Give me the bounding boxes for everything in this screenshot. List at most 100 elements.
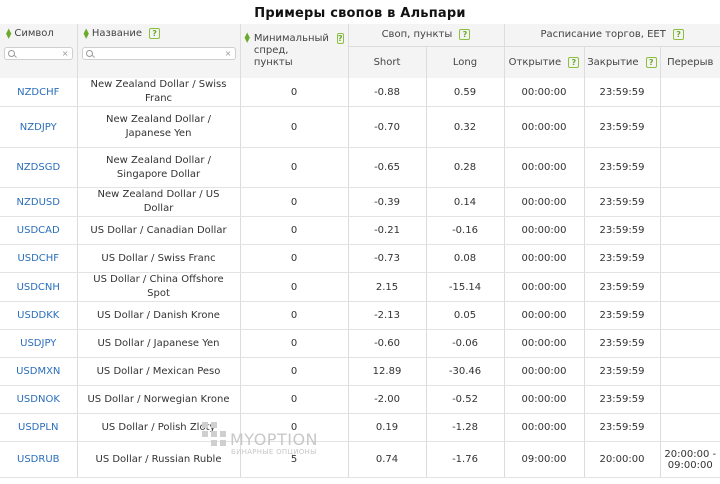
min-spread-cell: 0 xyxy=(239,147,349,188)
min-spread-cell: 0 xyxy=(239,357,349,386)
table-row: NZDSGD New Zealand Dollar / Singapore Dol… xyxy=(0,147,720,188)
short-swap-cell: -0.65 xyxy=(347,147,427,188)
min-spread-cell: 0 xyxy=(239,244,349,273)
column-header-name[interactable]: ▲ ▼ Название ? × xyxy=(76,24,241,78)
short-swap-cell: -0.70 xyxy=(347,106,427,148)
symbol-cell[interactable]: USDRUB xyxy=(0,441,78,478)
page-title: Примеры свопов в Альпари xyxy=(254,6,466,21)
schedule-group-label: Расписание торгов, EET xyxy=(540,29,666,41)
symbol-cell[interactable]: NZDUSD xyxy=(0,187,78,217)
close-time-cell: 20:00:00 xyxy=(583,441,661,478)
open-time-cell: 00:00:00 xyxy=(503,147,585,188)
column-header-short[interactable]: Short xyxy=(348,45,427,78)
name-cell: New Zealand Dollar / Singapore Dollar xyxy=(76,147,241,188)
symbol-filter-input[interactable]: × xyxy=(4,47,73,60)
open-time-cell: 00:00:00 xyxy=(503,78,585,107)
break-time-cell xyxy=(659,385,720,414)
clear-icon[interactable]: × xyxy=(62,49,69,58)
long-swap-cell: -0.06 xyxy=(425,329,505,358)
table-row: USDMXN US Dollar / Mexican Peso 0 12.89 -30.… xyxy=(0,357,720,386)
open-time-cell: 00:00:00 xyxy=(503,244,585,273)
table-row: USDCNH US Dollar / China Offshore Spot 0 2.… xyxy=(0,272,720,302)
min-spread-cell: 0 xyxy=(239,106,349,148)
symbol-cell[interactable]: USDCNH xyxy=(0,272,78,302)
break-time-cell xyxy=(659,187,720,217)
clear-icon[interactable]: × xyxy=(225,49,232,58)
symbol-cell[interactable]: USDDKK xyxy=(0,301,78,330)
help-icon[interactable]: ? xyxy=(336,33,344,44)
sort-arrows-icon[interactable]: ▲ ▼ xyxy=(6,27,11,39)
short-swap-cell: -0.73 xyxy=(347,244,427,273)
name-cell: US Dollar / Canadian Dollar xyxy=(76,216,241,245)
short-swap-cell: 0.74 xyxy=(347,441,427,478)
open-time-cell: 00:00:00 xyxy=(503,187,585,217)
table-row: USDDKK US Dollar / Danish Krone 0 -2.13 0.05… xyxy=(0,301,720,330)
table-row: USDNOK US Dollar / Norwegian Krone 0 -2.00-… xyxy=(0,385,720,414)
help-icon[interactable]: ? xyxy=(149,28,161,39)
help-icon[interactable]: ? xyxy=(645,56,657,68)
name-cell: New Zealand Dollar / Japanese Yen xyxy=(76,106,241,148)
column-header-close[interactable]: Закрытие ? xyxy=(583,45,661,78)
column-header-long[interactable]: Long xyxy=(425,45,505,78)
open-time-cell: 09:00:00 xyxy=(503,441,585,478)
table-row: NZDJPY New Zealand Dollar / Japanese Yen 0… xyxy=(0,106,720,148)
min-spread-cell: 0 xyxy=(239,329,349,358)
min-spread-header-label: Минимальный спред, пункты xyxy=(253,33,329,68)
symbol-cell[interactable]: USDMXN xyxy=(0,357,78,386)
help-icon[interactable]: ? xyxy=(459,29,471,41)
close-time-cell: 23:59:59 xyxy=(583,187,661,217)
help-icon[interactable]: ? xyxy=(673,29,685,41)
table-row: NZDUSD New Zealand Dollar / US Dollar 0 -0.… xyxy=(0,187,720,217)
break-time-cell xyxy=(659,216,720,245)
long-swap-cell: 0.32 xyxy=(425,106,505,148)
name-cell: US Dollar / Norwegian Krone xyxy=(76,385,241,414)
symbol-cell[interactable]: USDCAD xyxy=(0,216,78,245)
long-swap-cell: 0.08 xyxy=(425,244,505,273)
min-spread-cell: 0 xyxy=(239,78,349,107)
name-cell: US Dollar / Polish Zloty xyxy=(76,413,241,442)
name-cell: US Dollar / Danish Krone xyxy=(76,301,241,330)
name-cell: US Dollar / Russian Ruble xyxy=(76,441,241,478)
search-icon xyxy=(8,50,15,57)
table-row: USDCAD US Dollar / Canadian Dollar 0 -0.21-… xyxy=(0,216,720,245)
short-swap-cell: -0.39 xyxy=(347,187,427,217)
open-time-cell: 00:00:00 xyxy=(503,301,585,330)
help-icon[interactable]: ? xyxy=(568,56,580,68)
symbol-cell[interactable]: USDCHF xyxy=(0,244,78,273)
close-time-cell: 23:59:59 xyxy=(583,216,661,245)
open-time-cell: 00:00:00 xyxy=(503,329,585,358)
short-swap-cell: 0.19 xyxy=(347,413,427,442)
short-swap-cell: -0.21 xyxy=(347,216,427,245)
name-cell: US Dollar / Mexican Peso xyxy=(76,357,241,386)
sort-arrows-icon[interactable]: ▲ ▼ xyxy=(244,32,249,44)
column-header-open[interactable]: Открытие ? xyxy=(503,45,585,78)
symbol-cell[interactable]: NZDSGD xyxy=(0,147,78,188)
swaps-table: ▲ ▼ Символ × ▲ ▼ Название ? × ▲ ▼ Минима… xyxy=(0,24,720,478)
open-time-cell: 00:00:00 xyxy=(503,216,585,245)
break-time-cell xyxy=(659,147,720,188)
symbol-header-label: Символ xyxy=(14,28,54,39)
close-time-cell: 23:59:59 xyxy=(583,147,661,188)
swap-group-label: Своп, пункты xyxy=(381,29,453,41)
close-time-cell: 23:59:59 xyxy=(583,413,661,442)
close-time-cell: 23:59:59 xyxy=(583,78,661,107)
symbol-cell[interactable]: USDPLN xyxy=(0,413,78,442)
column-header-break[interactable]: Перерыв xyxy=(659,45,720,78)
symbol-cell[interactable]: NZDJPY xyxy=(0,106,78,148)
symbol-cell[interactable]: NZDCHF xyxy=(0,78,78,107)
name-cell: New Zealand Dollar / Swiss Franc xyxy=(76,78,241,107)
sort-arrows-icon[interactable]: ▲ ▼ xyxy=(84,27,89,39)
column-header-symbol[interactable]: ▲ ▼ Символ × xyxy=(0,24,78,78)
name-filter-input[interactable]: × xyxy=(81,47,236,60)
min-spread-cell: 0 xyxy=(239,385,349,414)
column-header-min-spread[interactable]: ▲ ▼ Минимальный спред, пункты ? xyxy=(239,24,349,78)
short-swap-cell: 2.15 xyxy=(347,272,427,302)
break-time-cell xyxy=(659,301,720,330)
symbol-cell[interactable]: USDNOK xyxy=(0,385,78,414)
min-spread-cell: 0 xyxy=(239,216,349,245)
search-icon xyxy=(85,50,93,57)
symbol-cell[interactable]: USDJPY xyxy=(0,329,78,358)
long-swap-cell: 0.14 xyxy=(425,187,505,217)
long-swap-cell: -1.28 xyxy=(425,413,505,442)
open-time-cell: 00:00:00 xyxy=(503,413,585,442)
